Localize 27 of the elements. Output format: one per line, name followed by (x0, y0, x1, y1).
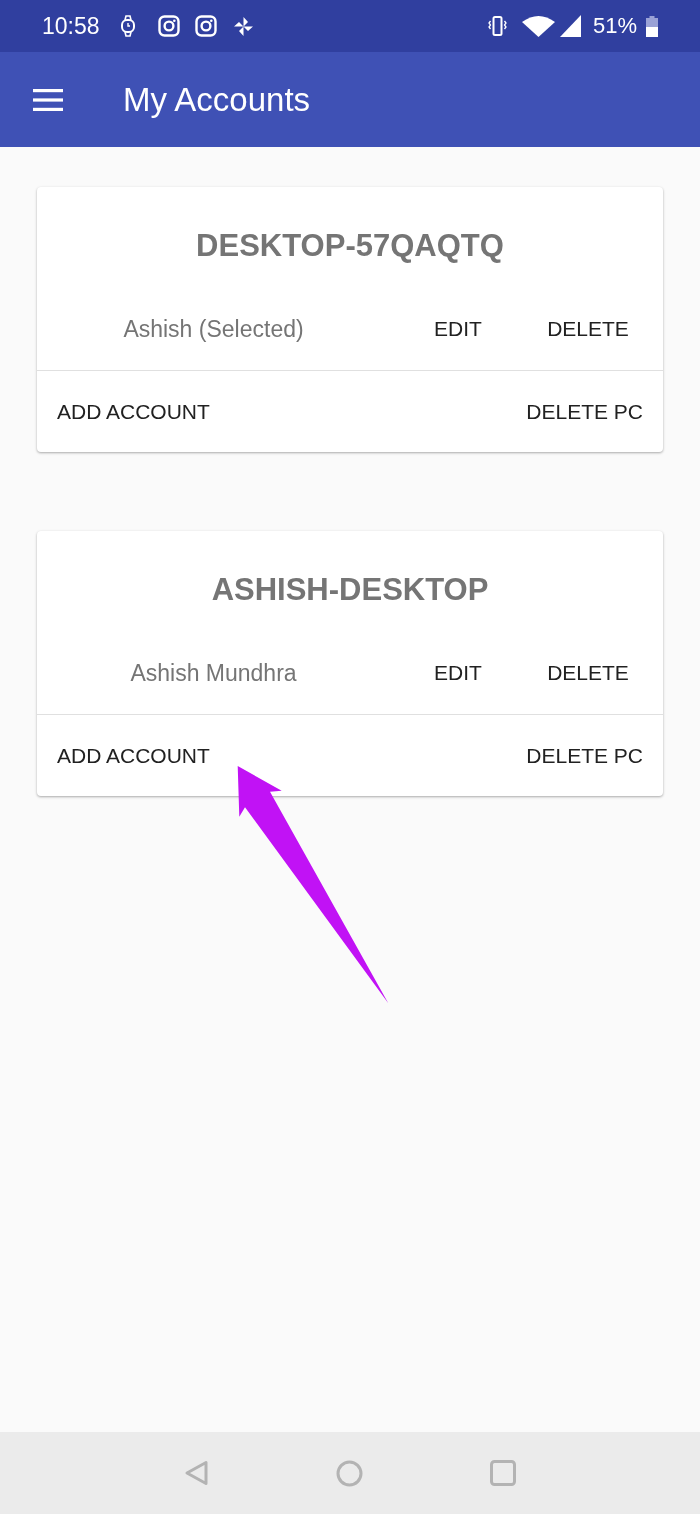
pc-name: DESKTOP-57QAQTQ (195, 228, 505, 264)
camera-icon (157, 15, 180, 37)
screen-title: My Accounts (123, 83, 311, 116)
delete-pc-button[interactable]: DELETE PC (518, 390, 651, 433)
home-icon[interactable] (336, 1459, 363, 1487)
delete-button[interactable]: DELETE (530, 308, 646, 350)
watch-icon (119, 15, 136, 37)
delete-pc-button[interactable]: DELETE PC (518, 734, 651, 777)
battery-icon (646, 15, 658, 37)
pc-name: ASHISH-DESKTOP (210, 572, 490, 608)
edit-button[interactable]: EDIT (418, 308, 498, 350)
add-account-button[interactable]: ADD ACCOUNT (49, 390, 218, 433)
signal-icon (559, 15, 581, 37)
back-icon[interactable] (184, 1460, 210, 1486)
camera-icon (194, 15, 217, 37)
recents-icon[interactable] (490, 1460, 516, 1486)
menu-icon[interactable] (33, 88, 63, 111)
status-time: 10:58 (42, 14, 100, 38)
vibrate-icon (487, 15, 507, 37)
pinwheel-icon (232, 15, 254, 37)
edit-button[interactable]: EDIT (418, 652, 498, 694)
delete-button[interactable]: DELETE (530, 652, 646, 694)
account-name: Ashish Mundhra (129, 658, 298, 688)
add-account-button[interactable]: ADD ACCOUNT (49, 734, 218, 777)
wifi-icon (521, 15, 555, 37)
account-name: Ashish (Selected) (122, 314, 305, 344)
battery-percent: 51% (592, 15, 637, 37)
